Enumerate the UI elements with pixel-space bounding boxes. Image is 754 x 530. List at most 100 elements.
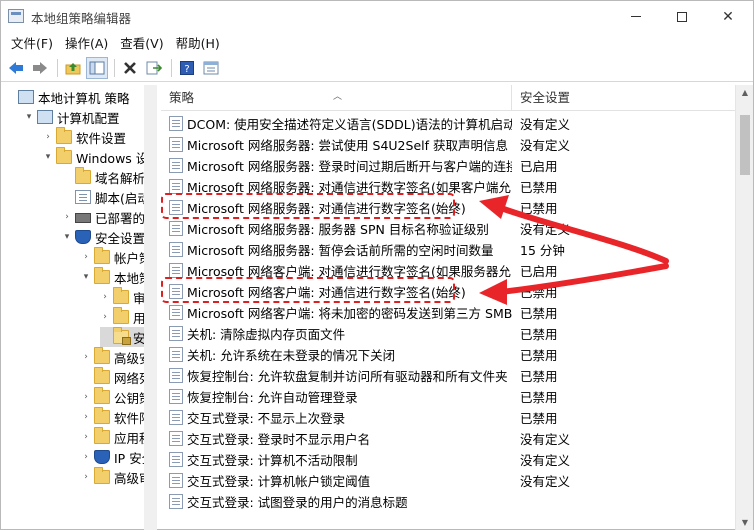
column-header-policy[interactable]: 策略 ︿ — [161, 85, 512, 111]
folder-icon — [94, 347, 110, 364]
list-scrollbar[interactable]: ▲ ▼ — [735, 85, 753, 530]
forward-button[interactable] — [29, 57, 51, 79]
table-row[interactable]: 交互式登录: 不显示上次登录 已禁用 — [161, 407, 735, 428]
folder-icon — [94, 407, 110, 424]
column-header-policy-label: 策略 — [169, 90, 195, 105]
minimize-icon — [631, 16, 641, 17]
tree-item[interactable]: ▾ Windows 设置 — [43, 147, 156, 167]
tree-item[interactable]: › 已部署的打 — [62, 207, 156, 227]
tree-item[interactable]: ▾ 计算机配置 — [24, 107, 120, 127]
table-row[interactable]: 恢复控制台: 允许软盘复制并访问所有驱动器和所有文件夹 已禁用 — [161, 365, 735, 386]
expanded-chevron-icon[interactable]: ▾ — [81, 272, 91, 282]
tree-item[interactable]: › 软件设置 — [43, 127, 126, 147]
expanded-chevron-icon[interactable]: ▾ — [24, 112, 34, 122]
table-row[interactable]: Microsoft 网络服务器: 尝试使用 S4U2Self 获取声明信息 没有定… — [161, 134, 735, 155]
minimize-button[interactable] — [613, 1, 659, 32]
help-icon: ? — [180, 61, 194, 75]
policy-item-icon — [169, 158, 183, 173]
table-row[interactable]: 关机: 允许系统在未登录的情况下关闭 已禁用 — [161, 344, 735, 365]
export-list-button[interactable] — [143, 57, 165, 79]
policy-cell: 恢复控制台: 允许软盘复制并访问所有驱动器和所有文件夹 — [161, 366, 512, 385]
tree-item[interactable]: 脚本(启动) — [62, 187, 155, 207]
expanded-chevron-icon[interactable]: ▾ — [62, 232, 72, 242]
console-tree[interactable]: 本地计算机 策略 ▾ 计算机配置 › 软件设置 ▾ Windows 设置 域名解析策 脚本(启动… — [1, 85, 157, 530]
collapsed-chevron-icon[interactable]: › — [81, 412, 91, 422]
tree-scrollbar[interactable] — [144, 85, 157, 530]
table-row[interactable]: 关机: 清除虚拟内存页面文件 已禁用 — [161, 323, 735, 344]
collapsed-chevron-icon[interactable]: › — [81, 472, 91, 482]
tree-item[interactable]: 安 — [100, 327, 146, 347]
tree-item[interactable]: › 应用程 — [81, 427, 152, 447]
tree-item[interactable]: › 审 — [100, 287, 146, 307]
table-row[interactable]: DCOM: 使用安全描述符定义语言(SDDL)语法的计算机启动... 没有定义 — [161, 113, 735, 134]
tree-item[interactable]: › 公钥策 — [81, 387, 152, 407]
table-row[interactable]: 恢复控制台: 允许自动管理登录 已禁用 — [161, 386, 735, 407]
computer-icon — [18, 90, 34, 104]
back-button[interactable] — [5, 57, 27, 79]
table-row[interactable]: 交互式登录: 登录时不显示用户名 没有定义 — [161, 428, 735, 449]
collapsed-chevron-icon[interactable]: › — [81, 252, 91, 262]
tree-item[interactable]: › 高级安 — [81, 347, 152, 367]
collapsed-chevron-icon[interactable]: › — [43, 132, 53, 142]
policy-item-icon — [169, 368, 183, 383]
menu-file[interactable]: 文件(F) — [5, 32, 59, 55]
printer-icon — [75, 213, 91, 223]
collapsed-chevron-icon[interactable]: › — [81, 392, 91, 402]
show-hide-tree-button[interactable] — [86, 57, 108, 79]
menu-view[interactable]: 查看(V) — [114, 32, 169, 55]
toolbar-separator — [57, 59, 58, 77]
forward-arrow-icon — [33, 62, 47, 74]
gpedit-app-icon — [8, 9, 24, 23]
table-row[interactable]: 交互式登录: 试图登录的用户的消息标题 — [161, 491, 735, 512]
help-button[interactable]: ? — [176, 57, 198, 79]
close-icon: ✕ — [722, 8, 734, 25]
security-icon — [75, 230, 91, 244]
tree-item[interactable]: ▾ 安全设置 — [62, 227, 145, 247]
menu-help[interactable]: 帮助(H) — [170, 32, 226, 55]
collapsed-chevron-icon[interactable]: › — [62, 212, 72, 222]
policy-item-icon — [169, 410, 183, 425]
column-header-security-setting[interactable]: 安全设置 — [512, 85, 735, 111]
policy-cell: 交互式登录: 不显示上次登录 — [161, 408, 512, 427]
svg-text:?: ? — [184, 64, 189, 75]
tree-item[interactable]: 网络列 — [81, 367, 152, 387]
policy-cell: 关机: 允许系统在未登录的情况下关闭 — [161, 345, 512, 364]
security-setting-cell: 已禁用 — [520, 411, 558, 426]
expanded-chevron-icon[interactable]: ▾ — [43, 152, 53, 162]
up-level-button[interactable] — [62, 57, 84, 79]
tree-item[interactable]: › 高级审 — [81, 467, 152, 487]
tree-item[interactable]: 本地计算机 策略 — [5, 87, 129, 107]
folder-open-icon — [113, 327, 131, 345]
maximize-button[interactable] — [659, 1, 705, 32]
policy-item-icon — [169, 326, 183, 341]
tree-item[interactable]: › 帐户策 — [81, 247, 152, 267]
properties-button[interactable] — [200, 57, 222, 79]
tree-item[interactable]: › 软件限 — [81, 407, 152, 427]
collapsed-chevron-icon[interactable]: › — [81, 432, 91, 442]
delete-button[interactable] — [119, 57, 141, 79]
policy-name: Microsoft 网络服务器: 暂停会话前所需的空闲时间数量 — [187, 243, 494, 258]
tree-item[interactable]: ▾ 本地策 — [81, 267, 152, 287]
collapsed-chevron-icon[interactable]: › — [100, 312, 110, 322]
security-setting-cell: 没有定义 — [520, 432, 571, 447]
scroll-thumb[interactable] — [740, 115, 750, 175]
menu-action[interactable]: 操作(A) — [59, 32, 114, 55]
title-bar: 本地组策略编辑器 ✕ — [1, 1, 753, 32]
tree-item[interactable]: 域名解析策 — [62, 167, 156, 187]
policy-item-icon — [169, 242, 183, 257]
properties-icon — [203, 61, 219, 75]
scroll-down-icon[interactable]: ▼ — [736, 515, 753, 530]
tree-item[interactable]: › 用 — [100, 307, 146, 327]
toolbar-separator — [171, 59, 172, 77]
close-button[interactable]: ✕ — [705, 1, 751, 32]
policy-item-icon — [169, 179, 183, 194]
delete-icon — [124, 62, 136, 74]
table-row[interactable]: 交互式登录: 计算机不活动限制 没有定义 — [161, 449, 735, 470]
toolbar-separator — [114, 59, 115, 77]
scroll-up-icon[interactable]: ▲ — [736, 85, 753, 101]
table-row[interactable]: 交互式登录: 计算机帐户锁定阈值 没有定义 — [161, 470, 735, 491]
collapsed-chevron-icon[interactable]: › — [81, 452, 91, 462]
collapsed-chevron-icon[interactable]: › — [100, 292, 110, 302]
collapsed-chevron-icon[interactable]: › — [81, 352, 91, 362]
export-list-icon — [146, 61, 162, 75]
